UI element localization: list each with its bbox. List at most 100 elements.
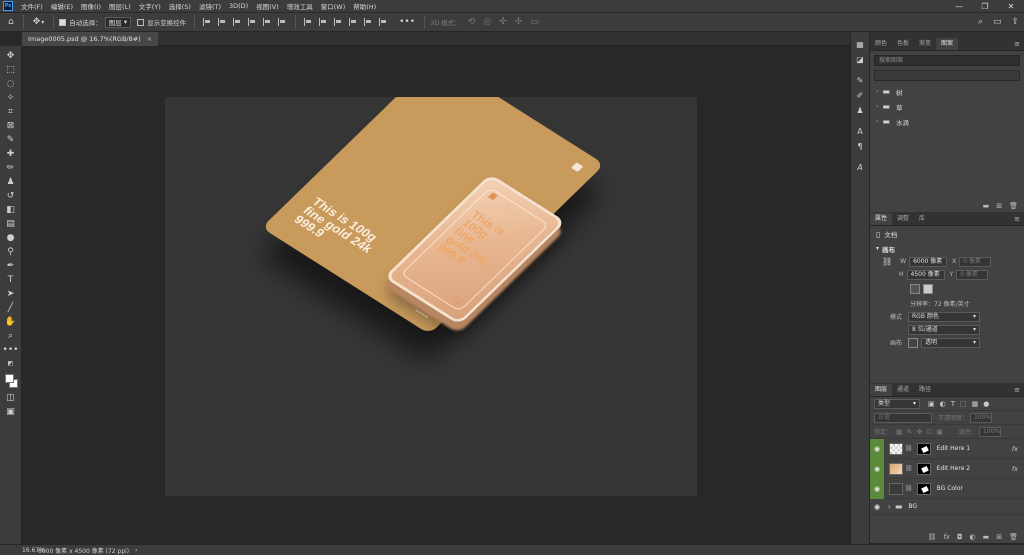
paragraph-panel-icon[interactable]: ¶ bbox=[853, 140, 867, 153]
tab-patterns[interactable]: 图案 bbox=[936, 38, 959, 50]
align-center-icon[interactable] bbox=[218, 18, 227, 26]
tab-channels[interactable]: 通道 bbox=[892, 384, 914, 396]
align-middle-icon[interactable] bbox=[263, 18, 272, 26]
layer-name[interactable]: BG Color bbox=[937, 485, 963, 492]
clone-stamp-tool-icon[interactable]: ♟ bbox=[3, 175, 19, 189]
auto-select-checkbox[interactable] bbox=[59, 18, 67, 26]
layer-group-row[interactable]: ◉ › ▬ BG bbox=[870, 499, 1024, 515]
layer-row[interactable]: ◉ ⛓ Edit Here 1 fx bbox=[870, 438, 1024, 459]
menu-file[interactable]: 文件(F) bbox=[17, 1, 47, 11]
fx-icon[interactable]: fx bbox=[1012, 465, 1018, 473]
x-field[interactable]: 0 像素 bbox=[959, 256, 992, 267]
fx-icon[interactable]: fx bbox=[1012, 445, 1018, 453]
dodge-tool-icon[interactable]: ⚲ bbox=[3, 245, 19, 259]
tab-paths[interactable]: 路径 bbox=[914, 384, 936, 396]
filter-toggle-icon[interactable]: ● bbox=[983, 400, 989, 408]
search-icon[interactable]: ⌕ bbox=[978, 17, 983, 27]
filter-smart-object-icon[interactable]: ▦ bbox=[972, 400, 979, 408]
new-group-icon[interactable]: ▬ bbox=[983, 202, 990, 210]
lock-artboard-icon[interactable]: ⊡ bbox=[926, 428, 932, 436]
glyphs-panel-icon[interactable]: A bbox=[853, 161, 867, 174]
share-icon[interactable]: ⇪ bbox=[1011, 17, 1019, 27]
status-arrow-icon[interactable]: › bbox=[135, 547, 137, 554]
gradient-tool-icon[interactable]: ▤ bbox=[3, 217, 19, 231]
filter-shape-icon[interactable]: ⬚ bbox=[960, 400, 967, 408]
pattern-folder[interactable]: › ▬ 草 bbox=[870, 99, 1024, 114]
show-transform-checkbox[interactable] bbox=[137, 18, 145, 26]
history-brush-tool-icon[interactable]: ↺ bbox=[3, 189, 19, 203]
align-top-icon[interactable] bbox=[248, 18, 257, 26]
canvas-section-header[interactable]: ▾ 画布 bbox=[870, 242, 1024, 255]
distribute-left-icon[interactable] bbox=[349, 18, 358, 26]
eye-icon[interactable]: ◉ bbox=[870, 438, 884, 459]
minimize-button[interactable]: — bbox=[946, 2, 972, 11]
distribute-top-icon[interactable] bbox=[304, 18, 313, 26]
tab-adjustments[interactable]: 调整 bbox=[892, 213, 914, 225]
panel-menu-icon[interactable]: ≡ bbox=[1014, 215, 1020, 223]
link-dimensions-icon[interactable]: ⛓ bbox=[882, 257, 892, 266]
zoom-level[interactable]: 16.67% bbox=[0, 547, 45, 554]
layer-mask-thumbnail[interactable] bbox=[916, 442, 931, 455]
auto-select-dropdown[interactable]: 图层 ▾ bbox=[104, 16, 132, 28]
width-field[interactable]: 6000 像素 bbox=[909, 256, 948, 267]
filter-pixel-icon[interactable]: ▣ bbox=[928, 400, 935, 408]
lock-pixels-icon[interactable]: ✎ bbox=[907, 428, 913, 436]
tab-gradients[interactable]: 渐变 bbox=[914, 38, 936, 50]
chevron-right-icon[interactable]: › bbox=[876, 88, 878, 95]
tab-layers[interactable]: 图层 bbox=[870, 384, 893, 396]
canvas-fill-select[interactable]: 透明 ▾ bbox=[921, 337, 980, 348]
layer-filter-select[interactable]: 类型 ▾ bbox=[874, 398, 920, 409]
menu-help[interactable]: 帮助(H) bbox=[349, 1, 380, 11]
y-field[interactable]: 0 像素 bbox=[956, 269, 989, 280]
marquee-tool-icon[interactable]: ⬚ bbox=[3, 63, 19, 77]
chevron-right-icon[interactable]: › bbox=[876, 103, 878, 110]
adjustment-layer-icon[interactable]: ◐ bbox=[970, 533, 976, 541]
tab-color[interactable]: 颜色 bbox=[870, 38, 892, 50]
clone-source-icon[interactable]: ♟ bbox=[853, 104, 867, 117]
brush-tool-icon[interactable]: ✏ bbox=[3, 161, 19, 175]
eye-icon[interactable]: ◉ bbox=[870, 478, 884, 499]
info-panel-icon[interactable]: ◪ bbox=[853, 53, 867, 66]
menu-window[interactable]: 窗口(W) bbox=[317, 1, 350, 11]
portrait-button[interactable] bbox=[910, 284, 920, 294]
link-layers-icon[interactable]: ⛓ bbox=[927, 533, 936, 541]
layer-mask-thumbnail[interactable] bbox=[916, 462, 931, 475]
brushes-panel-icon[interactable]: ✐ bbox=[853, 89, 867, 102]
maximize-button[interactable]: ❐ bbox=[972, 2, 998, 11]
new-layer-icon[interactable]: ⊞ bbox=[996, 533, 1002, 541]
magic-wand-tool-icon[interactable]: ✧ bbox=[3, 91, 19, 105]
menu-select[interactable]: 选择(S) bbox=[165, 1, 195, 11]
tab-properties[interactable]: 属性 bbox=[870, 213, 893, 225]
workspace-icon[interactable]: ▭ bbox=[993, 17, 1002, 27]
distribute-middle-icon[interactable] bbox=[319, 18, 328, 26]
brush-settings-icon[interactable]: ✎ bbox=[853, 74, 867, 87]
blur-tool-icon[interactable]: ● bbox=[3, 231, 19, 245]
screen-mode-icon[interactable]: ▣ bbox=[3, 405, 19, 419]
menu-filter[interactable]: 滤镜(T) bbox=[195, 1, 225, 11]
close-tab-icon[interactable]: × bbox=[147, 35, 152, 43]
healing-brush-tool-icon[interactable]: ✚ bbox=[3, 147, 19, 161]
pattern-folder[interactable]: › ▬ 水滴 bbox=[870, 114, 1024, 129]
chevron-right-icon[interactable]: › bbox=[888, 503, 891, 511]
fill-field[interactable]: 100% bbox=[978, 426, 1001, 437]
eye-icon[interactable]: ◉ bbox=[870, 458, 884, 479]
align-right-icon[interactable] bbox=[233, 18, 242, 26]
frame-tool-icon[interactable]: ⊠ bbox=[3, 119, 19, 133]
filter-adjustment-icon[interactable]: ◐ bbox=[940, 400, 946, 408]
pen-tool-icon[interactable]: ✒ bbox=[3, 259, 19, 273]
lasso-tool-icon[interactable]: ◌ bbox=[3, 77, 19, 91]
history-panel-icon[interactable]: ▦ bbox=[853, 38, 867, 51]
move-tool-icon[interactable]: ✥ bbox=[33, 17, 41, 27]
eyedropper-tool-icon[interactable]: ✎ bbox=[3, 133, 19, 147]
opacity-field[interactable]: 100% bbox=[970, 412, 993, 423]
delete-icon[interactable]: 🗑 bbox=[1009, 202, 1018, 210]
pattern-search-input[interactable]: 搜索图案 bbox=[874, 55, 1020, 66]
document-canvas[interactable]: This is 100g fine gold 24k 999.9 ▬▬▬ ▬▬▬▬… bbox=[165, 97, 697, 496]
panel-menu-icon[interactable]: ≡ bbox=[1014, 40, 1020, 48]
blend-mode-select[interactable]: 正常 bbox=[874, 412, 932, 423]
add-mask-icon[interactable]: ◘ bbox=[957, 533, 963, 541]
new-group-icon[interactable]: ▬ bbox=[983, 533, 990, 541]
crop-tool-icon[interactable]: ⌗ bbox=[3, 105, 19, 119]
menu-plugins[interactable]: 增效工具 bbox=[283, 1, 317, 11]
path-selection-tool-icon[interactable]: ➤ bbox=[3, 287, 19, 301]
